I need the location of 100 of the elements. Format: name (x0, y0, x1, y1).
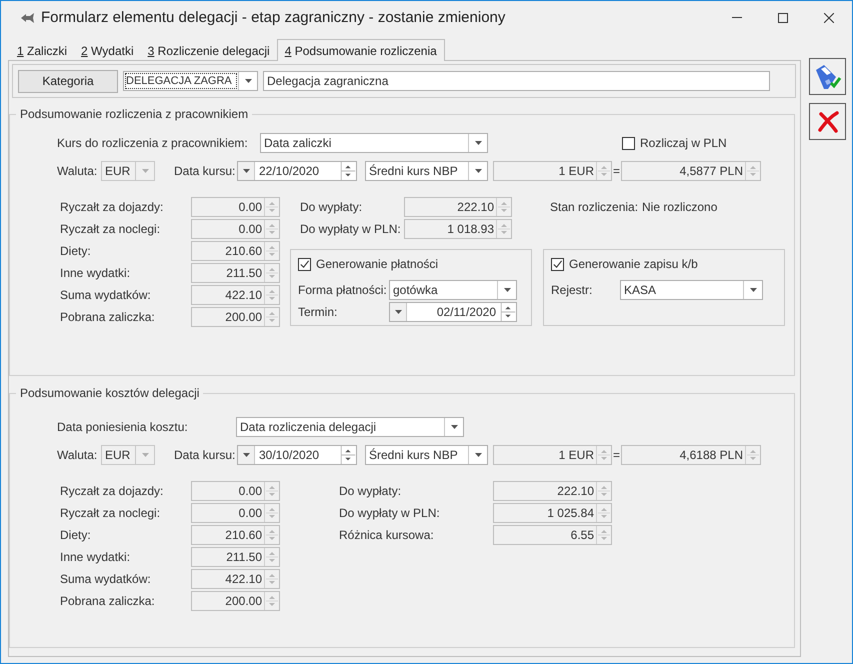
group-title: Podsumowanie rozliczenia z pracownikiem (19, 107, 250, 121)
checkbox-label: Generowanie zapisu k/b (569, 257, 698, 271)
caret-icon (244, 79, 252, 83)
field-label: Ryczałt za dojazdy: (60, 484, 164, 498)
category-name-field[interactable]: Delegacja zagraniczna (263, 71, 770, 91)
category-dropdown[interactable]: DELEGACJA ZAGRA (123, 71, 258, 91)
field-label: Data kursu: (174, 448, 236, 462)
window-title: Formularz elementu delegacji - etap zagraniczny - zostanie zmieniony (41, 9, 506, 26)
number-field[interactable]: 0.00 (191, 503, 280, 523)
field-label: Do wypłaty w PLN: (300, 222, 402, 236)
field-label: Data poniesienia kosztu: (57, 420, 189, 434)
field-label: Pobrana zaliczka: (60, 594, 156, 608)
caret-icon (394, 310, 402, 314)
number-field[interactable]: 211.50 (191, 263, 280, 283)
save-icon (814, 64, 842, 90)
rate-basis-dropdown[interactable]: Data zaliczki (260, 133, 488, 153)
field-label: Do wypłaty: (300, 200, 364, 214)
number-field[interactable]: 222.10 (404, 197, 512, 217)
caret-icon (474, 453, 482, 457)
field-label: Do wypłaty w PLN: (339, 506, 441, 520)
equals-sign: = (612, 164, 621, 178)
field-label: Waluta: (57, 448, 98, 462)
tab[interactable]: 4 Podsumowanie rozliczenia (276, 39, 445, 61)
field-label: Suma wydatków: (60, 572, 152, 586)
date-field[interactable]: 02/11/2020 (389, 302, 517, 322)
number-field[interactable]: 422.10 (191, 569, 280, 589)
window-icon (21, 12, 35, 22)
number-field[interactable]: 200.00 (191, 591, 280, 611)
register-dropdown[interactable]: KASA (620, 280, 763, 300)
field-label: Forma płatności: (298, 283, 388, 297)
number-field[interactable]: 200.00 (191, 307, 280, 327)
number-field[interactable]: 1 EUR (493, 161, 612, 181)
rate-type-dropdown[interactable]: Średni kurs NBP (365, 161, 488, 181)
equals-sign: = (612, 448, 621, 462)
field-label: Diety: (60, 528, 92, 542)
date-field[interactable]: 22/10/2020 (237, 161, 357, 181)
checkbox-label: Generowanie płatności (316, 257, 438, 271)
minimize-icon (732, 17, 742, 18)
field-label: Do wypłaty: (339, 484, 402, 498)
number-field[interactable]: 210.60 (191, 525, 280, 545)
caret-icon (474, 169, 482, 173)
tab[interactable]: 3 Rozliczenie delegacji (140, 42, 277, 60)
status-value: Nie rozliczono (642, 200, 718, 214)
close-icon (824, 12, 834, 22)
caret-icon (142, 453, 148, 457)
number-field[interactable]: 0.00 (191, 481, 280, 501)
field-label: Waluta: (57, 164, 98, 178)
number-field[interactable]: 0.00 (191, 219, 280, 239)
cancel-icon (816, 110, 838, 132)
tab[interactable]: 2 Wydatki (74, 42, 141, 60)
caret-icon (450, 425, 458, 429)
number-field[interactable]: 4,5877 PLN (621, 161, 761, 181)
number-field[interactable]: 222.10 (493, 481, 612, 501)
field-label: Diety: (60, 244, 92, 258)
caret-icon (242, 453, 250, 457)
group-title: Podsumowanie kosztów delegacji (19, 386, 200, 400)
caret-icon (142, 169, 148, 173)
caret-icon (750, 288, 756, 292)
checkbox[interactable] (551, 258, 564, 270)
currency-dropdown[interactable]: EUR (101, 445, 155, 465)
number-field[interactable]: 6.55 (493, 525, 612, 545)
field-label: Stan rozliczenia: (550, 200, 640, 214)
rate-type-dropdown[interactable]: Średni kurs NBP (365, 445, 488, 465)
field-label: Rejestr: (551, 283, 594, 297)
field-label: Ryczałt za noclegi: (60, 506, 162, 520)
number-field[interactable]: 1 EUR (493, 445, 612, 465)
field-label: Inne wydatki: (60, 266, 132, 280)
number-field[interactable]: 0.00 (191, 197, 280, 217)
field-label: Termin: (298, 305, 338, 319)
date-field[interactable]: 30/10/2020 (237, 445, 357, 465)
caret-icon (504, 288, 510, 292)
number-field[interactable]: 1 018.93 (404, 219, 512, 239)
field-label: Kurs do rozliczenia z pracownikiem: (57, 136, 249, 150)
currency-dropdown[interactable]: EUR (101, 161, 155, 181)
checkbox-label: Rozliczaj w PLN (640, 136, 727, 150)
save-button[interactable] (809, 58, 846, 95)
checkbox[interactable] (622, 136, 635, 150)
number-field[interactable]: 1 025.84 (493, 503, 612, 523)
field-label: Data kursu: (174, 164, 236, 178)
number-field[interactable]: 210.60 (191, 241, 280, 261)
category-button[interactable]: Kategoria (18, 70, 118, 92)
payment-method-dropdown[interactable]: gotówka (389, 280, 517, 300)
field-label: Pobrana zaliczka: (60, 310, 156, 324)
field-label: Ryczałt za noclegi: (60, 222, 162, 236)
field-label: Ryczałt za dojazdy: (60, 200, 164, 214)
checkbox[interactable] (298, 258, 311, 270)
caret-icon (474, 141, 482, 145)
field-label: Inne wydatki: (60, 550, 132, 564)
cancel-button[interactable] (809, 103, 846, 140)
field-label: Suma wydatków: (60, 288, 152, 302)
spinner-icon[interactable] (500, 303, 516, 321)
spinner-icon[interactable] (340, 162, 356, 180)
number-field[interactable]: 4,6188 PLN (621, 445, 761, 465)
spinner-icon[interactable] (340, 446, 356, 464)
maximize-icon (778, 12, 788, 22)
number-field[interactable]: 211.50 (191, 547, 280, 567)
tab[interactable]: 1 Zaliczki (10, 42, 74, 60)
number-field[interactable]: 422.10 (191, 285, 280, 305)
cost-date-dropdown[interactable]: Data rozliczenia delegacji (236, 417, 464, 437)
field-label: Różnica kursowa: (339, 528, 435, 542)
